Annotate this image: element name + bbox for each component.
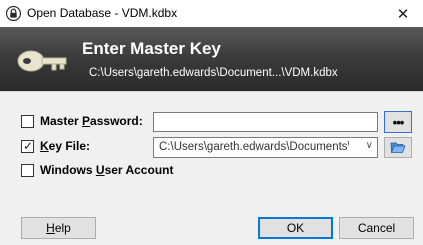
- key-file-path: C:\Users\gareth.edwards\Documents\vD: [159, 141, 349, 153]
- windows-account-label: Windows User Account: [40, 163, 174, 177]
- credentials-form: Master Password: ••• ✓ Key File: C:\User…: [0, 92, 423, 202]
- database-path: C:\Users\gareth.edwards\Document...\VDM.…: [89, 67, 338, 79]
- show-password-button[interactable]: •••: [384, 111, 412, 133]
- key-file-label: Key File:: [40, 139, 91, 153]
- checkmark-icon: ✓: [23, 139, 34, 153]
- key-file-combobox[interactable]: C:\Users\gareth.edwards\Documents\vD ∨: [153, 137, 378, 158]
- chevron-down-icon[interactable]: ∨: [366, 140, 373, 151]
- browse-key-file-button[interactable]: [384, 137, 412, 158]
- banner-title: Enter Master Key: [82, 39, 221, 58]
- title-bar: Open Database - VDM.kdbx ✕: [0, 0, 423, 27]
- master-password-input[interactable]: [153, 112, 378, 132]
- key-icon: [17, 50, 67, 72]
- folder-open-icon: [390, 142, 406, 153]
- master-password-checkbox[interactable]: [21, 115, 34, 128]
- keepass-lock-icon: [6, 6, 21, 21]
- cancel-button[interactable]: Cancel: [339, 217, 414, 239]
- ok-button[interactable]: OK: [258, 217, 333, 239]
- ellipsis-icon: •••: [392, 114, 405, 130]
- header-banner: Enter Master Key C:\Users\gareth.edwards…: [0, 27, 423, 91]
- window-title: Open Database - VDM.kdbx: [27, 6, 178, 20]
- close-button[interactable]: ✕: [383, 0, 423, 27]
- key-file-checkbox[interactable]: ✓: [21, 139, 34, 153]
- close-icon: ✕: [396, 5, 410, 23]
- help-button[interactable]: Help: [21, 217, 96, 239]
- windows-account-checkbox[interactable]: [21, 164, 34, 177]
- master-password-label: Master Password:: [40, 114, 143, 128]
- dialog-footer: Help OK Cancel: [0, 202, 423, 245]
